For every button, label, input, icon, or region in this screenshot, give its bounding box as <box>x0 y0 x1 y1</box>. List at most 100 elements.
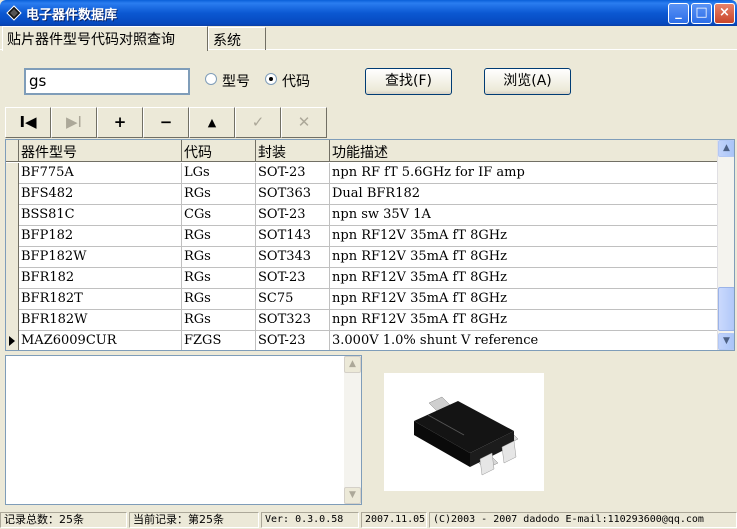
table-row[interactable]: BFP182 RGs SOT143 npn RF12V 35mA fT 8GHz <box>6 226 718 247</box>
row-indicator[interactable] <box>6 310 19 331</box>
cell-description[interactable]: npn RF12V 35mA fT 8GHz <box>330 310 718 331</box>
sot23-package-icon <box>414 396 519 476</box>
radio-code[interactable] <box>265 73 277 85</box>
title-bar: 电子器件数据库 _ □ × <box>0 0 737 26</box>
cell-package[interactable]: SC75 <box>256 289 330 310</box>
header-code[interactable]: 代码 <box>182 140 256 162</box>
nav-delete-button[interactable]: − <box>143 107 189 138</box>
search-input[interactable]: gs <box>24 68 190 95</box>
cell-package[interactable]: SOT-23 <box>256 268 330 289</box>
cell-code[interactable]: RGs <box>182 268 256 289</box>
cell-description[interactable]: 3.000V 1.0% shunt V reference <box>330 331 718 350</box>
nav-insert-button[interactable]: + <box>97 107 143 138</box>
grid-header: 器件型号 代码 封装 功能描述 <box>6 140 718 162</box>
cell-code[interactable]: RGs <box>182 310 256 331</box>
radio-model-label: 型号 <box>222 74 250 90</box>
cell-code[interactable]: FZGS <box>182 331 256 350</box>
table-row[interactable]: BFR182T RGs SC75 npn RF12V 35mA fT 8GHz <box>6 289 718 310</box>
tab-bar: 贴片器件型号代码对照查询 系统 <box>0 26 737 51</box>
cell-model[interactable]: BF775A <box>19 163 182 184</box>
cell-description[interactable]: npn RF12V 35mA fT 8GHz <box>330 268 718 289</box>
status-date: 2007.11.05 <box>361 512 427 528</box>
row-indicator[interactable] <box>6 247 19 268</box>
cell-description[interactable]: npn RF12V 35mA fT 8GHz <box>330 226 718 247</box>
cell-package[interactable]: SOT-23 <box>256 331 330 350</box>
row-indicator[interactable] <box>6 226 19 247</box>
table-row[interactable]: BFR182 RGs SOT-23 npn RF12V 35mA fT 8GHz <box>6 268 718 289</box>
current-row-indicator-icon[interactable] <box>6 331 19 350</box>
cell-model[interactable]: BFS482 <box>19 184 182 205</box>
radio-model[interactable] <box>205 73 217 85</box>
tab-smd-lookup[interactable]: 贴片器件型号代码对照查询 <box>2 26 208 51</box>
row-indicator[interactable] <box>6 205 19 226</box>
description-memo[interactable]: ▲ ▼ <box>5 355 362 505</box>
cell-model[interactable]: BFR182 <box>19 268 182 289</box>
header-package[interactable]: 封装 <box>256 140 330 162</box>
radio-code-label: 代码 <box>282 74 310 90</box>
cell-code[interactable]: RGs <box>182 226 256 247</box>
cell-model[interactable]: BFR182W <box>19 310 182 331</box>
row-indicator[interactable] <box>6 184 19 205</box>
nav-post-button[interactable]: ✓ <box>235 107 281 138</box>
scroll-up-arrow-icon[interactable]: ▲ <box>718 140 734 157</box>
status-version: Ver: 0.3.0.58 <box>261 512 359 528</box>
nav-cancel-button[interactable]: ✕ <box>281 107 327 138</box>
cell-package[interactable]: SOT323 <box>256 310 330 331</box>
nav-edit-button[interactable]: ▲ <box>189 107 235 138</box>
header-description[interactable]: 功能描述 <box>330 140 718 162</box>
minimize-button[interactable]: _ <box>668 3 689 24</box>
header-indicator <box>6 140 19 162</box>
maximize-button[interactable]: □ <box>691 3 712 24</box>
cell-package[interactable]: SOT-23 <box>256 205 330 226</box>
scroll-down-arrow-icon[interactable]: ▼ <box>718 333 734 350</box>
cell-model[interactable]: BFR182T <box>19 289 182 310</box>
memo-scroll-up-icon[interactable]: ▲ <box>344 356 361 373</box>
table-row[interactable]: MAZ6009CUR FZGS SOT-23 3.000V 1.0% shunt V … <box>6 331 718 350</box>
cell-model[interactable]: MAZ6009CUR <box>19 331 182 350</box>
status-copyright: (C)2003 - 2007 dadodo E-mail:110293600@q… <box>429 512 737 528</box>
cell-description[interactable]: npn RF12V 35mA fT 8GHz <box>330 289 718 310</box>
cell-description[interactable]: npn sw 35V 1A <box>330 205 718 226</box>
memo-scrollbar[interactable]: ▲ ▼ <box>344 356 361 504</box>
status-current: 当前记录：第25条 <box>129 512 259 528</box>
cell-code[interactable]: RGs <box>182 184 256 205</box>
cell-code[interactable]: RGs <box>182 289 256 310</box>
scroll-thumb[interactable] <box>718 287 734 331</box>
cell-code[interactable]: CGs <box>182 205 256 226</box>
status-total: 记录总数：25条 <box>0 512 127 528</box>
window-title: 电子器件数据库 <box>26 8 118 23</box>
header-model[interactable]: 器件型号 <box>19 140 182 162</box>
table-row[interactable]: BFR182W RGs SOT323 npn RF12V 35mA fT 8GHz <box>6 310 718 331</box>
table-row[interactable]: BFS482 RGs SOT363 Dual BFR182 <box>6 184 718 205</box>
nav-last-button[interactable]: ▶I <box>51 107 97 138</box>
table-row[interactable]: BFP182W RGs SOT343 npn RF12V 35mA fT 8GHz <box>6 247 718 268</box>
cell-model[interactable]: BFP182W <box>19 247 182 268</box>
tab-system[interactable]: 系统 <box>208 27 266 50</box>
app-diamond-icon <box>6 5 22 21</box>
row-indicator[interactable] <box>6 163 19 184</box>
nav-first-button[interactable]: I◀ <box>5 107 51 138</box>
close-button[interactable]: × <box>714 3 735 24</box>
memo-scroll-down-icon[interactable]: ▼ <box>344 487 361 504</box>
cell-description[interactable]: npn RF fT 5.6GHz for IF amp <box>330 163 718 184</box>
cell-description[interactable]: npn RF12V 35mA fT 8GHz <box>330 247 718 268</box>
cell-description[interactable]: Dual BFR182 <box>330 184 718 205</box>
cell-model[interactable]: BSS81C <box>19 205 182 226</box>
db-navigator: I◀ ▶I + − ▲ ✓ ✕ <box>5 107 327 138</box>
browse-button[interactable]: 浏览(A) <box>484 68 571 95</box>
row-indicator[interactable] <box>6 289 19 310</box>
cell-code[interactable]: RGs <box>182 247 256 268</box>
cell-package[interactable]: SOT143 <box>256 226 330 247</box>
cell-package[interactable]: SOT363 <box>256 184 330 205</box>
cell-model[interactable]: BFP182 <box>19 226 182 247</box>
cell-package[interactable]: SOT343 <box>256 247 330 268</box>
data-grid[interactable]: 器件型号 代码 封装 功能描述 BF775A LGs SOT-23 npn RF fT… <box>5 139 735 351</box>
package-image <box>384 373 544 491</box>
table-row[interactable]: BSS81C CGs SOT-23 npn sw 35V 1A <box>6 205 718 226</box>
cell-code[interactable]: LGs <box>182 163 256 184</box>
table-row[interactable]: BF775A LGs SOT-23 npn RF fT 5.6GHz for IF a… <box>6 163 718 184</box>
find-button[interactable]: 查找(F) <box>365 68 452 95</box>
row-indicator[interactable] <box>6 268 19 289</box>
cell-package[interactable]: SOT-23 <box>256 163 330 184</box>
grid-scrollbar[interactable]: ▲ ▼ <box>717 140 734 350</box>
